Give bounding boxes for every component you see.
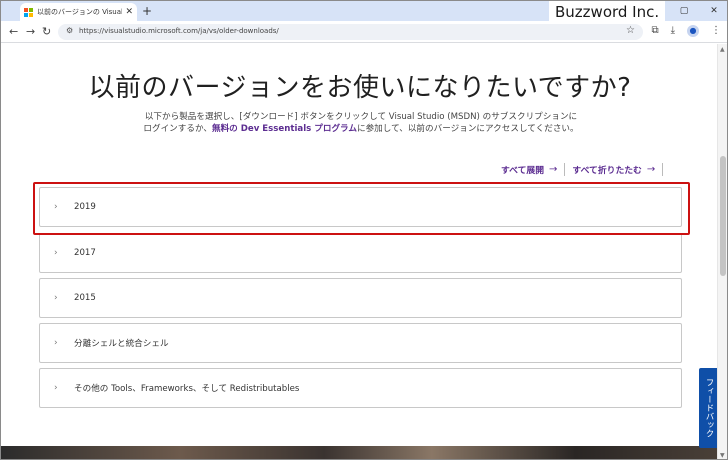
expand-all-label: すべて展開	[501, 166, 545, 176]
brand-watermark: Buzzword Inc.	[549, 1, 666, 23]
extensions-icon[interactable]: ⧉	[651, 25, 658, 37]
tab-title: 以前のバージョンの Visual Studio	[37, 8, 123, 16]
highlight-box	[33, 182, 690, 235]
accordion-label: その他の Tools、Frameworks、そして Redistributabl…	[74, 384, 300, 394]
scroll-down-icon[interactable]: ▼	[720, 452, 725, 459]
menu-dots-icon[interactable]: ⋮	[711, 25, 721, 37]
browser-window: 以前のバージョンの Visual Studio ✕ + — ▢ ✕ Buzzwo…	[0, 0, 728, 460]
new-tab-button[interactable]: +	[142, 4, 152, 18]
site-info-icon[interactable]: ⚙	[66, 26, 73, 35]
accordion-actions: すべて展開 → すべて折りたたむ →	[501, 163, 670, 176]
accordion-item-other-tools[interactable]: › その他の Tools、Frameworks、そして Redistributa…	[39, 368, 682, 408]
chevron-right-icon: ›	[54, 293, 58, 303]
feedback-button[interactable]: フィードバック	[699, 368, 719, 448]
arrow-right-icon: →	[646, 164, 656, 175]
accordion-item-shells[interactable]: › 分離シェルと統合シェル	[39, 323, 682, 363]
accordion-label: 2017	[74, 248, 96, 258]
intro-text: 以下から製品を選択し、[ダウンロード] ボタンをクリックして Visual St…	[143, 111, 579, 135]
collapse-all-label: すべて折りたたむ	[572, 166, 642, 176]
tab-older-downloads[interactable]: 以前のバージョンの Visual Studio ✕	[20, 3, 137, 21]
tab-close-icon[interactable]: ✕	[125, 7, 133, 17]
reload-icon[interactable]: ↻	[42, 25, 51, 38]
microsoft-logo-icon	[24, 7, 33, 17]
scrollbar[interactable]: ▲ ▼	[717, 44, 727, 459]
arrow-right-icon: →	[549, 164, 558, 175]
bookmark-star-icon[interactable]: ☆	[626, 25, 635, 36]
back-arrow-icon[interactable]: ←	[9, 25, 18, 38]
accordion-item-2017[interactable]: › 2017	[39, 233, 682, 273]
maximize-button[interactable]: ▢	[669, 1, 699, 21]
intro-text-part2: に参加して、以前のバージョンにアクセスしてください。	[356, 124, 579, 134]
divider	[662, 163, 664, 176]
hero-image	[1, 446, 719, 459]
accordion-label: 2015	[74, 293, 96, 303]
expand-all-link[interactable]: すべて展開 →	[501, 163, 557, 176]
page-content: 以前のバージョンをお使いになりたいですか? 以下から製品を選択し、[ダウンロード…	[1, 44, 719, 459]
accordion-label: 分離シェルと統合シェル	[74, 339, 169, 349]
address-bar[interactable]: ⚙ https://visualstudio.microsoft.com/ja/…	[58, 24, 643, 40]
chevron-right-icon: ›	[54, 248, 58, 258]
browser-toolbar: ← → ↻ ⚙ https://visualstudio.microsoft.c…	[1, 21, 727, 43]
scrollbar-thumb[interactable]	[720, 156, 726, 276]
feedback-label: フィードバック	[704, 378, 714, 438]
page-title: 以前のバージョンをお使いになりたいですか?	[88, 73, 632, 103]
forward-arrow-icon[interactable]: →	[26, 25, 35, 38]
url-text[interactable]: https://visualstudio.microsoft.com/ja/vs…	[79, 27, 279, 35]
toolbar-right: ⧉ ⤓ ● ⋮	[651, 25, 721, 37]
chevron-right-icon: ›	[54, 383, 58, 393]
divider	[564, 163, 566, 176]
chevron-right-icon: ›	[54, 338, 58, 348]
download-icon[interactable]: ⤓	[671, 25, 675, 37]
dev-essentials-link[interactable]: 無料の Dev Essentials プログラム	[212, 124, 357, 134]
collapse-all-link[interactable]: すべて折りたたむ →	[572, 163, 655, 176]
scroll-up-icon[interactable]: ▲	[720, 46, 725, 53]
close-window-button[interactable]: ✕	[699, 1, 727, 21]
profile-avatar-icon[interactable]: ●	[687, 25, 699, 37]
accordion-item-2015[interactable]: › 2015	[39, 278, 682, 318]
